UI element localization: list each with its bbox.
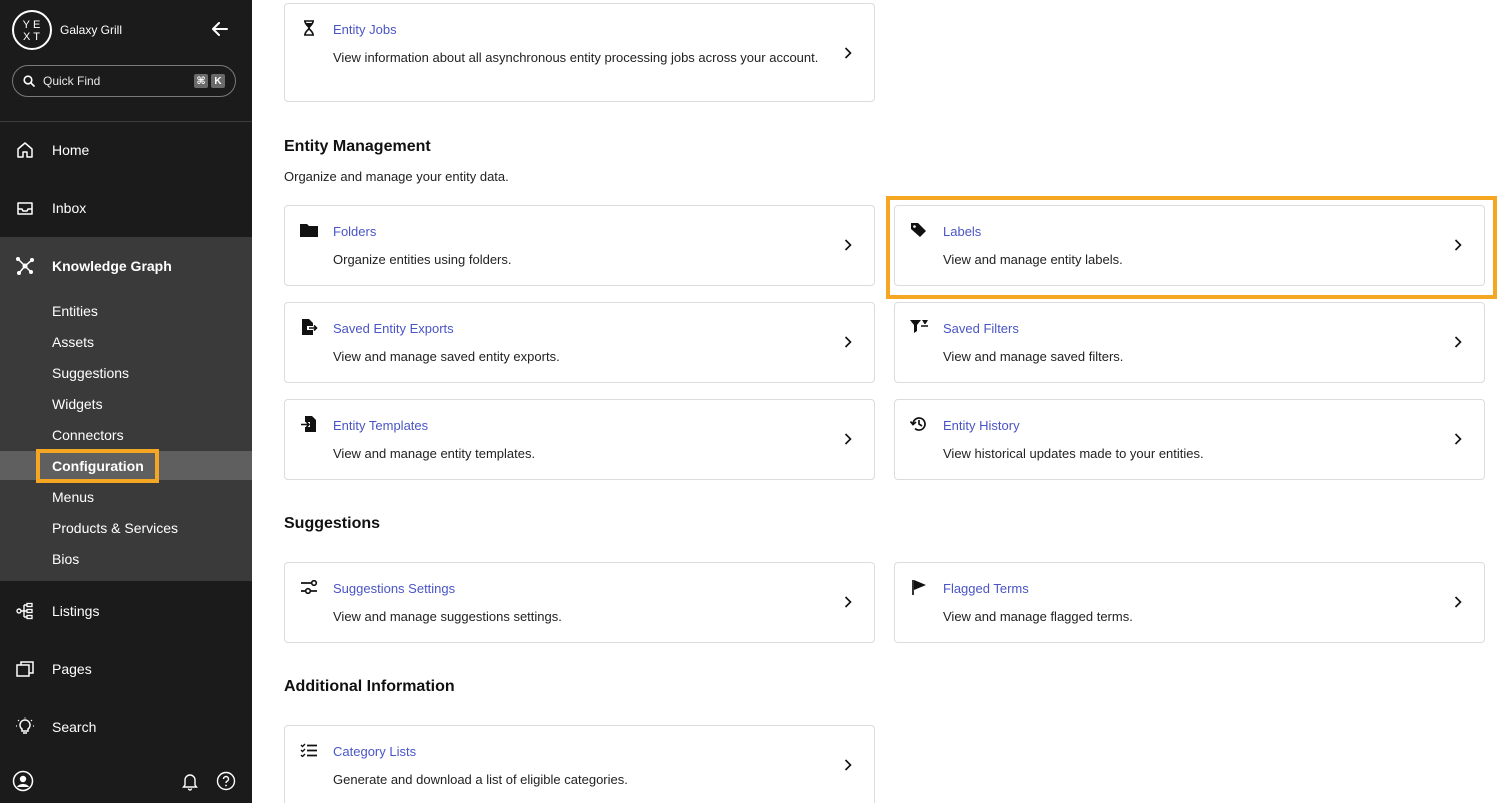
help-icon[interactable] — [215, 770, 237, 792]
sub-item-products-services[interactable]: Products & Services — [0, 513, 252, 542]
nav-listings-label: Listings — [52, 603, 100, 619]
card-entity-jobs-title[interactable]: Entity Jobs — [333, 22, 397, 37]
history-icon — [909, 414, 929, 434]
nav-knowledge-graph[interactable]: Knowledge Graph — [0, 237, 252, 295]
card-entity-history-desc: View historical updates made to your ent… — [943, 446, 1204, 461]
quick-find-label: Quick Find — [43, 74, 101, 88]
sidebar: YE XT Galaxy Grill Quick Find ⌘ K Home I… — [0, 0, 252, 803]
section-title-entity-management: Entity Management — [284, 138, 431, 155]
card-category-lists[interactable]: Category Lists Generate and download a l… — [284, 725, 875, 803]
brand[interactable]: YE XT Galaxy Grill — [12, 10, 122, 50]
labels-highlight-box — [886, 196, 1497, 299]
sub-item-bios[interactable]: Bios — [0, 544, 252, 573]
chevron-right-icon — [840, 431, 856, 447]
card-suggestions-settings-desc: View and manage suggestions settings. — [333, 609, 562, 624]
card-entity-templates-title[interactable]: Entity Templates — [333, 418, 428, 433]
checklist-icon — [299, 740, 319, 760]
search-bulb-icon — [14, 716, 36, 738]
card-suggestions-settings-title[interactable]: Suggestions Settings — [333, 581, 455, 596]
sidebar-footer — [0, 762, 252, 803]
configuration-highlight-box — [36, 449, 159, 483]
sub-item-suggestions[interactable]: Suggestions — [0, 358, 252, 387]
nav-search[interactable]: Search — [0, 698, 252, 756]
home-icon — [14, 139, 36, 161]
export-icon — [299, 317, 319, 337]
card-saved-filters-title[interactable]: Saved Filters — [943, 321, 1019, 336]
flag-icon — [909, 577, 929, 597]
card-entity-history-title[interactable]: Entity History — [943, 418, 1020, 433]
search-icon — [23, 75, 35, 87]
card-entity-templates[interactable]: Entity Templates View and manage entity … — [284, 399, 875, 480]
arrow-left-icon — [212, 22, 228, 36]
chevron-right-icon — [840, 237, 856, 253]
chevron-right-icon — [840, 757, 856, 773]
card-suggestions-settings[interactable]: Suggestions Settings View and manage sug… — [284, 562, 875, 643]
card-entity-templates-desc: View and manage entity templates. — [333, 446, 536, 461]
notifications-bell-icon[interactable] — [179, 770, 201, 792]
hourglass-icon — [299, 18, 319, 38]
nav-pages-label: Pages — [52, 661, 92, 677]
nav-pages[interactable]: Pages — [0, 640, 252, 698]
nav-knowledge-graph-label: Knowledge Graph — [52, 258, 172, 274]
shortcut-cmd: ⌘ — [194, 74, 208, 88]
chevron-right-icon — [840, 594, 856, 610]
filter-icon — [909, 317, 929, 337]
sub-item-entities[interactable]: Entities — [0, 296, 252, 325]
section-title-additional-information: Additional Information — [284, 678, 455, 695]
chevron-right-icon — [1450, 334, 1466, 350]
card-folders-desc: Organize entities using folders. — [333, 252, 512, 267]
card-saved-entity-exports[interactable]: Saved Entity Exports View and manage sav… — [284, 302, 875, 383]
template-icon — [299, 414, 319, 434]
inbox-icon — [14, 197, 36, 219]
card-saved-filters-desc: View and manage saved filters. — [943, 349, 1124, 364]
chevron-right-icon — [1450, 431, 1466, 447]
pages-icon — [14, 658, 36, 680]
sub-item-widgets[interactable]: Widgets — [0, 389, 252, 418]
card-entity-history[interactable]: Entity History View historical updates m… — [894, 399, 1485, 480]
folder-icon — [299, 220, 319, 240]
quick-find-input[interactable]: Quick Find ⌘ K — [12, 65, 236, 97]
card-saved-entity-exports-desc: View and manage saved entity exports. — [333, 349, 560, 364]
card-folders[interactable]: Folders Organize entities using folders. — [284, 205, 875, 286]
user-avatar-icon[interactable] — [12, 770, 34, 792]
nav-listings[interactable]: Listings — [0, 582, 252, 640]
shortcut-key: K — [211, 74, 225, 88]
card-saved-entity-exports-title[interactable]: Saved Entity Exports — [333, 321, 454, 336]
nav-home[interactable]: Home — [0, 121, 252, 179]
sub-item-assets[interactable]: Assets — [0, 327, 252, 356]
account-name: Galaxy Grill — [60, 23, 123, 37]
card-flagged-terms-desc: View and manage flagged terms. — [943, 609, 1133, 624]
settings-sliders-icon — [299, 577, 319, 597]
yext-logo: YE XT — [12, 10, 52, 50]
nav-inbox[interactable]: Inbox — [0, 179, 252, 237]
chevron-right-icon — [840, 334, 856, 350]
card-entity-jobs-desc: View information about all asynchronous … — [333, 50, 819, 65]
listings-icon — [14, 600, 36, 622]
card-saved-filters[interactable]: Saved Filters View and manage saved filt… — [894, 302, 1485, 383]
nav-inbox-label: Inbox — [52, 200, 87, 216]
card-flagged-terms[interactable]: Flagged Terms View and manage flagged te… — [894, 562, 1485, 643]
card-category-lists-desc: Generate and download a list of eligible… — [333, 772, 628, 787]
nav-home-label: Home — [52, 142, 90, 158]
section-desc-entity-management: Organize and manage your entity data. — [284, 169, 509, 184]
chevron-right-icon — [1450, 594, 1466, 610]
card-flagged-terms-title[interactable]: Flagged Terms — [943, 581, 1029, 596]
sub-item-connectors[interactable]: Connectors — [0, 420, 252, 449]
section-title-suggestions: Suggestions — [284, 515, 381, 532]
card-category-lists-title[interactable]: Category Lists — [333, 744, 416, 759]
nav-search-label: Search — [52, 719, 97, 735]
sub-item-menus[interactable]: Menus — [0, 482, 252, 511]
chevron-right-icon — [840, 45, 856, 61]
card-folders-title[interactable]: Folders — [333, 224, 376, 239]
knowledge-graph-icon — [14, 255, 36, 277]
collapse-sidebar-button[interactable] — [208, 18, 232, 40]
card-entity-jobs[interactable]: Entity Jobs View information about all a… — [284, 3, 875, 102]
